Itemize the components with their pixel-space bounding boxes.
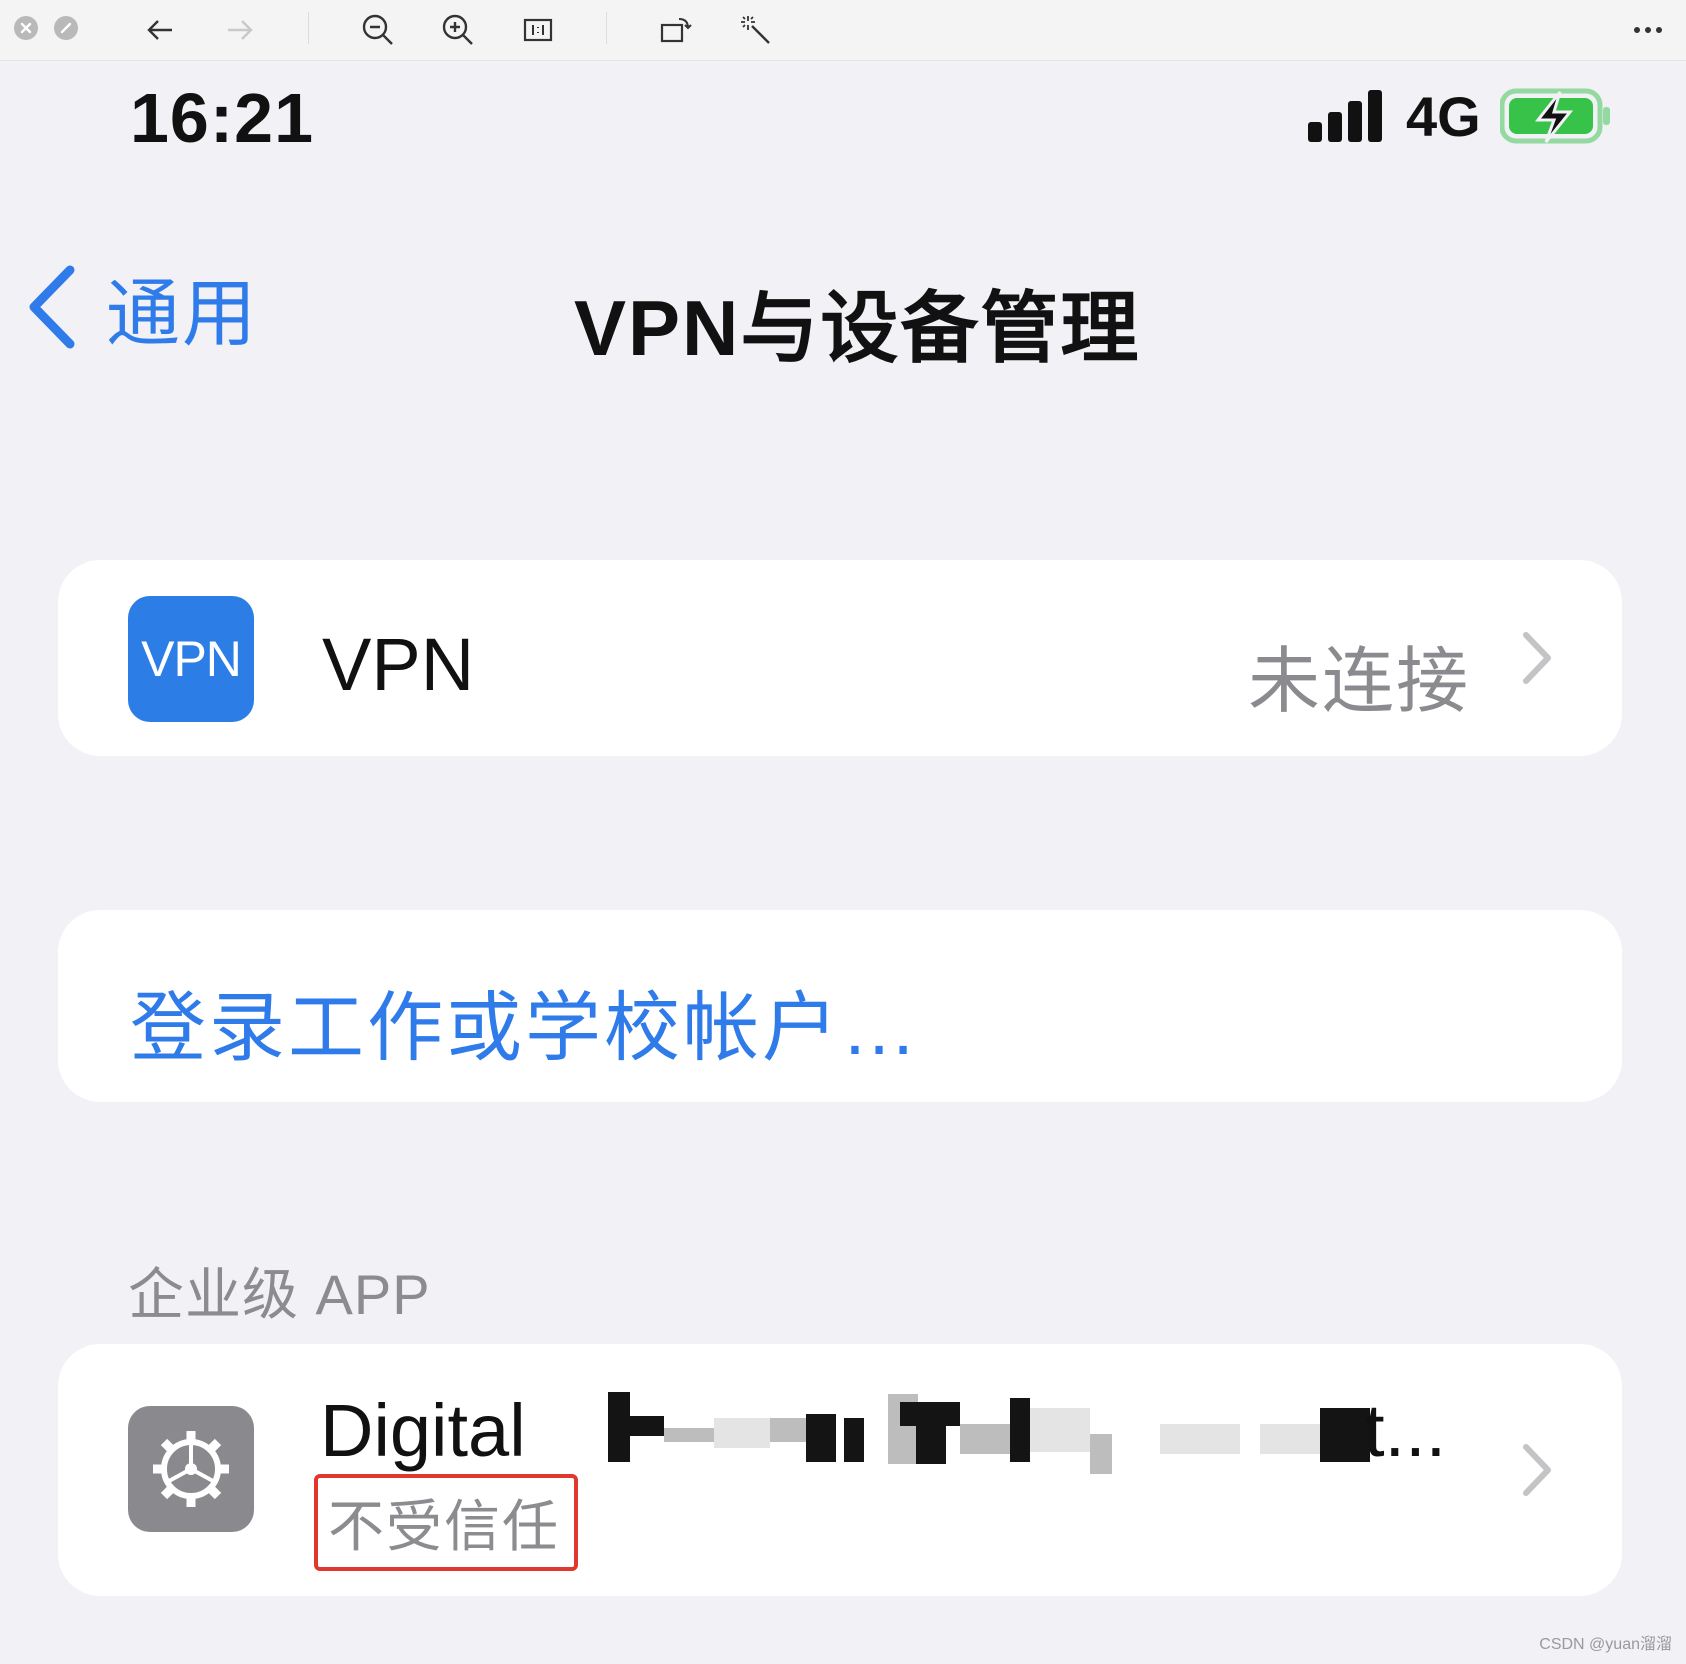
app-developer-name: Digital t... xyxy=(320,1388,1500,1478)
actual-size-icon[interactable] xyxy=(518,10,558,50)
vpn-label: VPN xyxy=(322,623,475,706)
app-name-tail: t... xyxy=(1364,1389,1447,1472)
network-type: 4G xyxy=(1406,85,1481,148)
minimize-window-icon[interactable] xyxy=(54,16,78,40)
chevron-right-icon xyxy=(1523,632,1551,684)
page-title: VPN与设备管理 xyxy=(574,284,1141,372)
settings-gear-icon xyxy=(128,1406,254,1532)
chevron-right-icon xyxy=(1523,1444,1551,1496)
enterprise-app-header: 企业级 APP xyxy=(128,1263,431,1326)
watermark: CSDN @yuan溜溜 xyxy=(1539,1636,1672,1653)
vpn-status: 未连接 xyxy=(1247,642,1470,722)
more-menu-icon[interactable] xyxy=(1628,10,1668,50)
untrusted-status-label: 不受信任 xyxy=(314,1474,578,1571)
enterprise-app-row[interactable]: Digital t... 不受信任 xyxy=(58,1344,1622,1596)
forward-arrow-icon[interactable] xyxy=(220,10,260,50)
back-label: 通用 xyxy=(106,271,258,355)
vpn-row[interactable]: VPN VPN 未连接 xyxy=(58,560,1622,756)
cellular-signal-icon xyxy=(1308,90,1382,142)
login-work-school-row[interactable]: 登录工作或学校帐户… xyxy=(58,910,1622,1102)
zoom-out-icon[interactable] xyxy=(358,10,398,50)
viewer-toolbar xyxy=(0,0,1686,61)
rotate-icon[interactable] xyxy=(656,10,696,50)
status-time: 16:21 xyxy=(130,79,315,157)
magic-wand-icon[interactable] xyxy=(736,10,776,50)
zoom-in-icon[interactable] xyxy=(438,10,478,50)
battery-charging-icon xyxy=(1500,88,1610,144)
close-window-icon[interactable] xyxy=(14,16,38,40)
login-work-school-link[interactable]: 登录工作或学校帐户… xyxy=(130,966,920,1076)
chevron-left-icon xyxy=(29,265,75,349)
app-name-visible: Digital xyxy=(320,1389,526,1472)
back-button[interactable]: 通用 xyxy=(26,262,258,355)
back-arrow-icon[interactable] xyxy=(140,10,180,50)
vpn-app-icon: VPN xyxy=(128,596,254,722)
